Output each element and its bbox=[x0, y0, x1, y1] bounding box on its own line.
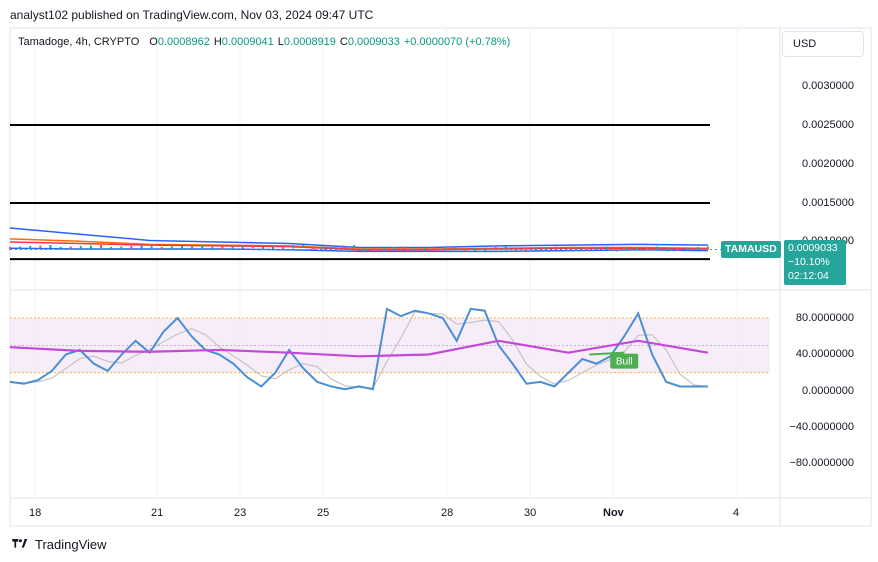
ohlc-legend: Tamadoge, 4h, CRYPTO O 0.0008962 H 0.00090… bbox=[18, 36, 514, 48]
candle bbox=[312, 246, 315, 250]
footer-brand[interactable]: TradingView bbox=[10, 537, 107, 552]
time-tick: 25 bbox=[317, 507, 330, 519]
candle bbox=[191, 245, 194, 249]
price-tick: 0.0030000 bbox=[802, 80, 854, 92]
bar-countdown: 02:12:04 bbox=[788, 270, 829, 282]
legend-o-label: O bbox=[149, 36, 158, 48]
candle bbox=[383, 247, 386, 251]
candle bbox=[332, 245, 335, 249]
legend-high: 0.0009041 bbox=[221, 36, 274, 48]
change-percent: −10.10% bbox=[788, 256, 830, 268]
candle bbox=[686, 247, 689, 251]
candle bbox=[636, 247, 639, 251]
candle bbox=[707, 246, 709, 250]
oscillator-pane: Bull bbox=[9, 307, 770, 391]
candle bbox=[251, 245, 254, 249]
candle bbox=[170, 246, 173, 250]
candle bbox=[272, 246, 275, 250]
candle bbox=[535, 247, 538, 251]
candle bbox=[49, 245, 52, 249]
price-pane bbox=[9, 124, 780, 261]
currency-button[interactable]: USD bbox=[782, 31, 864, 57]
price-tick: 0.0025000 bbox=[802, 119, 854, 131]
last-price: 0.0009033 bbox=[788, 242, 838, 254]
osc-tick: −40.0000000 bbox=[789, 421, 854, 433]
candle bbox=[292, 245, 295, 249]
time-tick: 30 bbox=[524, 507, 537, 519]
time-tick: Nov bbox=[603, 507, 624, 519]
candle bbox=[221, 246, 224, 250]
price-tick: 0.0020000 bbox=[802, 158, 854, 170]
candle bbox=[19, 246, 22, 250]
legend-low: 0.0008919 bbox=[283, 36, 336, 48]
candle bbox=[342, 245, 345, 249]
candle bbox=[241, 245, 244, 249]
osc-tick: 80.0000000 bbox=[795, 312, 854, 324]
candle bbox=[39, 245, 42, 249]
legend-close: 0.0009033 bbox=[347, 36, 400, 48]
tradingview-logo-icon bbox=[12, 538, 28, 548]
symbol-tag: TAMAUSD bbox=[721, 241, 781, 258]
candle bbox=[322, 246, 325, 250]
candle bbox=[180, 245, 183, 249]
chart-border bbox=[9, 27, 872, 527]
osc-tick: 40.0000000 bbox=[795, 348, 854, 360]
legend-open: 0.0008962 bbox=[157, 36, 210, 48]
candle bbox=[231, 245, 234, 249]
candle bbox=[282, 245, 285, 249]
candle bbox=[302, 245, 305, 249]
time-tick: 23 bbox=[234, 507, 247, 519]
legend-change: +0.0000070 (+0.78%) bbox=[403, 36, 511, 48]
time-tick: 21 bbox=[151, 507, 164, 519]
legend-h-label: H bbox=[213, 36, 222, 48]
candle bbox=[373, 247, 376, 251]
legend-c-label: C bbox=[339, 36, 348, 48]
candle bbox=[696, 247, 699, 251]
price-tick: 0.0015000 bbox=[802, 197, 854, 209]
legend-symbol: Tamadoge, 4h, CRYPTO bbox=[18, 36, 140, 48]
candle bbox=[89, 245, 92, 249]
candle bbox=[585, 247, 588, 251]
candle bbox=[201, 245, 204, 249]
candle bbox=[363, 248, 366, 252]
candle bbox=[150, 245, 153, 249]
osc-tick: 0.0000000 bbox=[802, 385, 854, 397]
candle bbox=[433, 247, 436, 251]
time-tick: 18 bbox=[29, 507, 42, 519]
candle bbox=[79, 245, 82, 249]
candle bbox=[29, 245, 32, 249]
candle bbox=[120, 246, 123, 250]
candle bbox=[484, 247, 487, 251]
price-tag: 0.0009033 −10.10% 02:12:04 bbox=[784, 240, 846, 285]
main-chart[interactable]: Bull bbox=[0, 0, 878, 562]
candle bbox=[130, 245, 133, 249]
footer-brand-text: TradingView bbox=[35, 537, 107, 552]
candle bbox=[352, 245, 355, 249]
candle bbox=[69, 246, 72, 250]
osc-tick: −80.0000000 bbox=[789, 457, 854, 469]
candle bbox=[100, 245, 103, 249]
chart-frame bbox=[9, 27, 872, 527]
time-tick: 28 bbox=[441, 507, 454, 519]
time-tick: 4 bbox=[733, 507, 740, 519]
bull-label: Bull bbox=[616, 357, 633, 368]
candle bbox=[261, 246, 264, 250]
candle bbox=[140, 245, 143, 249]
